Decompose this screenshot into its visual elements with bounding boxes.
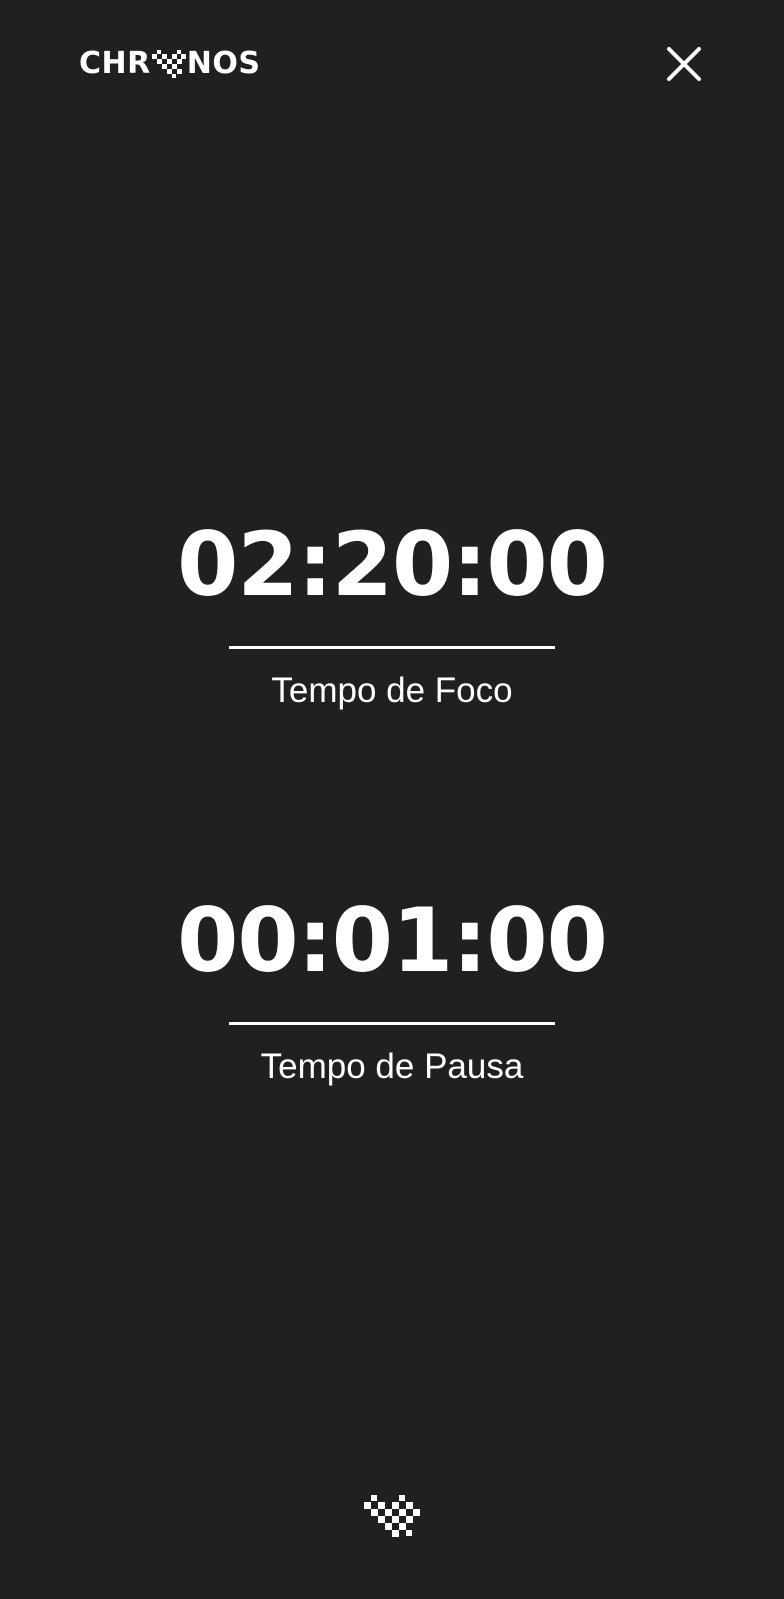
focus-timer: 02:20:00 Tempo de Foco [0, 521, 784, 710]
pause-divider [229, 1022, 555, 1025]
logo-text-suffix: NOS [186, 46, 261, 81]
app-logo: CHR NOS [79, 44, 260, 84]
pause-time-value[interactable]: 00:01:00 [0, 897, 784, 989]
logo-text-prefix: CHR [79, 46, 151, 81]
chronos-mark-icon [151, 50, 186, 78]
pause-time-label: Tempo de Pausa [260, 1047, 524, 1086]
focus-time-value[interactable]: 02:20:00 [0, 521, 784, 613]
footer-mark-icon [364, 1494, 420, 1542]
pause-timer: 00:01:00 Tempo de Pausa [0, 897, 784, 1086]
close-icon [667, 47, 701, 81]
focus-divider [229, 646, 555, 649]
focus-time-label: Tempo de Foco [271, 671, 513, 710]
close-button[interactable] [665, 45, 703, 83]
